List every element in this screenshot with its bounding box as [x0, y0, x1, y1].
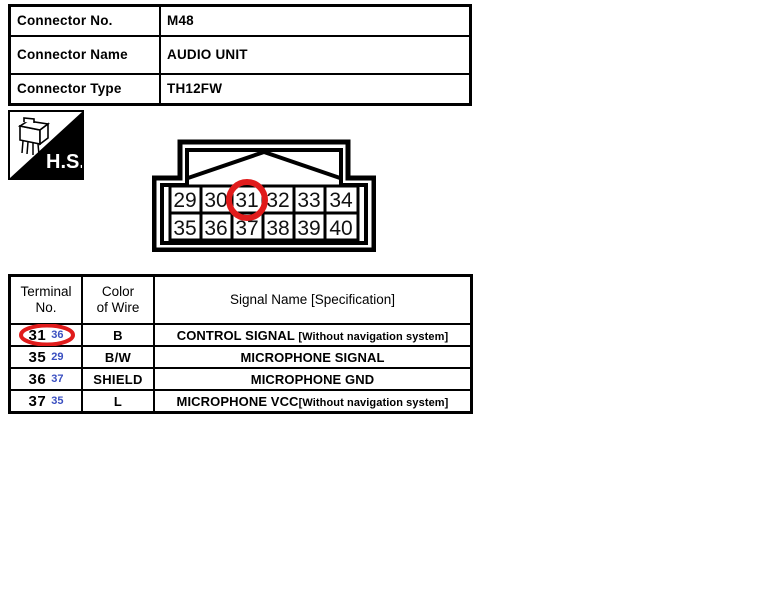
terminal-no-annotation: 37 — [51, 372, 64, 385]
signal-name-cell: MICROPHONE GND — [153, 367, 473, 391]
signal-spec-text: [Without navigation system] — [298, 330, 449, 343]
table-header-row: Terminal No. Color of Wire Signal Name [… — [8, 274, 473, 325]
table-row: 36 37 SHIELD MICROPHONE GND — [8, 367, 473, 391]
terminal-no-annotation: 35 — [51, 394, 64, 407]
hs-badge: H.S. — [8, 110, 84, 180]
pin-label-32: 32 — [266, 189, 289, 212]
header-signal-name: Signal Name [Specification] — [153, 274, 473, 325]
terminal-no-annotation: 36 — [51, 328, 64, 341]
terminal-no-cell: 37 35 — [8, 389, 83, 414]
terminal-highlight-ellipse — [17, 324, 77, 346]
pin-label-30: 30 — [204, 189, 227, 212]
signal-name-cell: MICROPHONE VCC[Without navigation system… — [153, 389, 473, 414]
signal-name-cell: MICROPHONE SIGNAL — [153, 345, 473, 369]
table-row: 31 36 B CONTROL SIGNAL [Without navigatio… — [8, 323, 473, 347]
signal-name-text: MICROPHONE SIGNAL — [240, 349, 385, 365]
pin-label-35: 35 — [173, 217, 196, 240]
pin-label-33: 33 — [297, 189, 320, 212]
terminal-no-value: 35 — [28, 348, 47, 366]
pin-label-40: 40 — [329, 217, 352, 240]
header-color-line1: Color — [101, 284, 135, 300]
connector-type-value: TH12FW — [159, 73, 472, 106]
hs-label: H.S. — [46, 151, 82, 173]
pin-label-38: 38 — [266, 217, 289, 240]
color-of-wire-cell: B — [81, 323, 155, 347]
connector-no-value: M48 — [159, 4, 472, 37]
pin-label-36: 36 — [204, 217, 227, 240]
signal-name-text: MICROPHONE VCC — [176, 393, 299, 409]
color-of-wire-cell: SHIELD — [81, 367, 155, 391]
table-row: Connector No. M48 — [8, 4, 472, 37]
terminal-no-annotation: 29 — [51, 350, 64, 363]
connector-pin-diagram: 29 30 31 32 33 34 35 36 37 38 39 40 — [152, 138, 376, 252]
signal-name-text: CONTROL SIGNAL — [176, 327, 299, 343]
terminal-no-cell: 36 37 — [8, 367, 83, 391]
terminal-no-value: 36 — [28, 370, 47, 388]
connector-info-table: Connector No. M48 Connector Name AUDIO U… — [8, 4, 472, 106]
terminal-no-value: 31 — [28, 326, 47, 344]
signal-name-text: MICROPHONE GND — [250, 371, 375, 387]
signal-name-cell: CONTROL SIGNAL [Without navigation syste… — [153, 323, 473, 347]
signal-spec-text: [Without navigation system] — [298, 396, 449, 409]
connector-name-value: AUDIO UNIT — [159, 35, 472, 75]
header-terminal-no-line1: Terminal — [20, 284, 72, 300]
terminal-no-cell: 31 36 — [8, 323, 83, 347]
pin-label-31: 31 — [235, 189, 258, 212]
table-row: 37 35 L MICROPHONE VCC[Without navigation… — [8, 389, 473, 414]
header-terminal-no: Terminal No. — [8, 274, 83, 325]
header-terminal-no-line2: No. — [35, 300, 57, 315]
color-of-wire-cell: B/W — [81, 345, 155, 369]
table-row: Connector Type TH12FW — [8, 73, 472, 106]
table-row: 35 29 B/W MICROPHONE SIGNAL — [8, 345, 473, 369]
connector-no-label: Connector No. — [8, 4, 161, 37]
connector-name-label: Connector Name — [8, 35, 161, 75]
terminal-no-cell: 35 29 — [8, 345, 83, 369]
connector-type-label: Connector Type — [8, 73, 161, 106]
header-color-line2: of Wire — [96, 300, 140, 315]
header-color-of-wire: Color of Wire — [81, 274, 155, 325]
table-row: Connector Name AUDIO UNIT — [8, 35, 472, 75]
pin-label-29: 29 — [173, 189, 196, 212]
terminal-no-value: 37 — [28, 392, 47, 410]
color-of-wire-cell: L — [81, 389, 155, 414]
pin-label-34: 34 — [329, 189, 353, 212]
terminal-table: Terminal No. Color of Wire Signal Name [… — [8, 274, 473, 414]
pin-label-39: 39 — [297, 217, 320, 240]
connector-harness-icon: H.S. — [10, 112, 82, 178]
